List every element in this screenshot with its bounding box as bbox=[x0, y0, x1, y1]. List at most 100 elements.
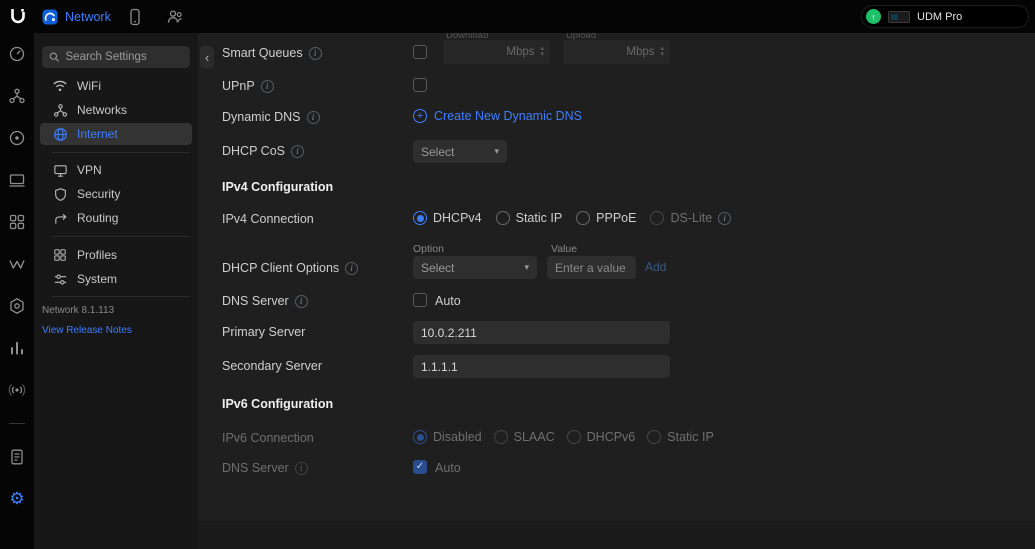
radio-pppoe[interactable]: PPPoE bbox=[576, 211, 636, 225]
sidebar-item-label: Internet bbox=[77, 127, 118, 141]
radio-icon bbox=[496, 211, 510, 225]
profiles-grid-icon bbox=[52, 247, 68, 263]
dhcp-client-options-label: DHCP Client Options i bbox=[222, 260, 358, 276]
rail-divider bbox=[9, 423, 25, 424]
globe-icon bbox=[52, 126, 68, 142]
primary-server-label: Primary Server bbox=[222, 324, 305, 340]
radio-dhcpv4[interactable]: DHCPv4 bbox=[413, 211, 482, 225]
sidebar-collapse-button[interactable]: ‹ bbox=[200, 46, 214, 68]
sidebar-item-security[interactable]: Security bbox=[40, 183, 192, 205]
dhcp-client-option-select[interactable]: Select ▾ bbox=[413, 256, 537, 279]
sidebar-item-routing[interactable]: Routing bbox=[40, 207, 192, 229]
network-app-tab[interactable]: Network bbox=[42, 0, 111, 33]
clients-icon[interactable] bbox=[8, 171, 26, 189]
info-icon[interactable]: i bbox=[291, 145, 304, 158]
system-hex-icon[interactable] bbox=[8, 297, 26, 315]
settings-sidebar: WiFi Networks Internet VPN Securit bbox=[34, 33, 198, 549]
add-option-button: Add bbox=[645, 260, 666, 274]
sidebar-item-label: System bbox=[77, 272, 117, 286]
search-input[interactable] bbox=[66, 51, 183, 63]
device-name: UDM Pro bbox=[917, 11, 962, 23]
upnp-checkbox[interactable] bbox=[413, 78, 427, 92]
radio-ipv6-static-ip: Static IP bbox=[647, 430, 714, 444]
secondary-server-label: Secondary Server bbox=[222, 358, 322, 374]
sidebar-item-internet[interactable]: Internet bbox=[40, 123, 192, 145]
info-icon[interactable]: i bbox=[718, 212, 731, 225]
radios-broadcast-icon[interactable] bbox=[8, 381, 26, 399]
chevron-left-icon: ‹ bbox=[205, 50, 209, 65]
dns-server-label: DNS Server i bbox=[222, 293, 308, 309]
sidebar-item-label: Routing bbox=[77, 211, 118, 225]
radio-icon bbox=[567, 430, 581, 444]
controller-version: Network 8.1.113 bbox=[42, 305, 114, 316]
radio-selected-icon bbox=[413, 430, 427, 444]
settings-gear-icon[interactable]: ⚙ bbox=[8, 490, 26, 508]
network-tab-label: Network bbox=[65, 10, 111, 24]
option-column-label: Option bbox=[413, 243, 444, 255]
ipv6-connection-label: IPv6 Connection bbox=[222, 430, 314, 446]
unifi-network-settings-window: Network ↑ UDM Pro bbox=[0, 0, 1035, 549]
dashboard-icon[interactable] bbox=[8, 45, 26, 63]
info-icon: i bbox=[295, 462, 308, 475]
sidebar-item-networks[interactable]: Networks bbox=[40, 99, 192, 121]
radio-ipv6-disabled: Disabled bbox=[413, 430, 482, 444]
sidebar-item-vpn[interactable]: VPN bbox=[40, 159, 192, 181]
ubiquiti-logo-icon[interactable] bbox=[8, 6, 28, 26]
dynamic-dns-label: Dynamic DNS i bbox=[222, 109, 320, 125]
ipv6-dns-auto-checkbox: ✓ bbox=[413, 460, 427, 474]
network-app-icon bbox=[42, 9, 58, 25]
dhcp-client-option-value-input[interactable] bbox=[547, 256, 636, 279]
ipv6-dns-auto-label: Auto bbox=[435, 461, 461, 475]
stepper-down-icon: ▾ bbox=[540, 52, 544, 58]
info-icon[interactable]: i bbox=[345, 262, 358, 275]
sidebar-item-profiles[interactable]: Profiles bbox=[40, 244, 192, 266]
ipv4-connection-label: IPv4 Connection bbox=[222, 211, 314, 227]
upload-stepper: ▴ ▾ bbox=[660, 46, 664, 58]
radio-slaac: SLAAC bbox=[494, 430, 555, 444]
upload-speed-input bbox=[571, 46, 654, 58]
top-bar: Network ↑ UDM Pro bbox=[0, 0, 1035, 33]
info-icon[interactable]: i bbox=[309, 47, 322, 60]
internet-settings-panel: ‹ Download Upload Smart Queues i ▴ ▾ ▴ ▾… bbox=[198, 33, 1035, 549]
sidebar-item-label: WiFi bbox=[77, 79, 101, 93]
udm-device-thumbnail bbox=[888, 11, 910, 23]
smart-queues-label: Smart Queues i bbox=[222, 45, 322, 61]
primary-server-input[interactable] bbox=[413, 321, 670, 344]
system-sliders-icon bbox=[52, 271, 68, 287]
upnp-label: UPnP i bbox=[222, 78, 274, 94]
settings-search[interactable] bbox=[42, 46, 190, 68]
sidebar-item-wifi[interactable]: WiFi bbox=[40, 75, 192, 97]
info-icon[interactable]: i bbox=[295, 295, 308, 308]
sidebar-divider bbox=[52, 236, 190, 237]
stepper-down-icon: ▾ bbox=[660, 52, 664, 58]
phone-app-icon[interactable] bbox=[126, 8, 144, 26]
info-icon[interactable]: i bbox=[307, 111, 320, 124]
dhcp-cos-select[interactable]: Select ▾ bbox=[413, 140, 507, 163]
status-online-icon: ↑ bbox=[866, 9, 881, 24]
dns-auto-checkbox[interactable] bbox=[413, 293, 427, 307]
logs-icon[interactable] bbox=[8, 448, 26, 466]
chevron-down-icon: ▾ bbox=[494, 146, 499, 157]
vpn-icon bbox=[52, 162, 68, 178]
ipv6-section-header: IPv6 Configuration bbox=[222, 397, 333, 411]
info-icon[interactable]: i bbox=[261, 80, 274, 93]
download-speed-field: ▴ ▾ bbox=[443, 40, 550, 64]
radio-static-ip[interactable]: Static IP bbox=[496, 211, 563, 225]
devices-icon[interactable] bbox=[8, 129, 26, 147]
create-dynamic-dns-button[interactable]: + Create New Dynamic DNS bbox=[413, 109, 582, 123]
apps-grid-icon[interactable] bbox=[8, 213, 26, 231]
wifi-icon bbox=[52, 78, 68, 94]
radio-dhcpv6: DHCPv6 bbox=[567, 430, 636, 444]
sidebar-item-system[interactable]: System bbox=[40, 268, 192, 290]
release-notes-link[interactable]: View Release Notes bbox=[42, 325, 132, 336]
statistics-icon[interactable] bbox=[8, 339, 26, 357]
topology-icon[interactable] bbox=[8, 87, 26, 105]
ipv4-connection-radios: DHCPv4 Static IP PPPoE DS-Lite i bbox=[413, 211, 731, 225]
sidebar-divider bbox=[52, 296, 190, 297]
users-app-icon[interactable] bbox=[166, 8, 184, 26]
smart-queues-checkbox[interactable] bbox=[413, 45, 427, 59]
secondary-server-input[interactable] bbox=[413, 355, 670, 378]
sidebar-item-label: Profiles bbox=[77, 248, 117, 262]
device-selector[interactable]: ↑ UDM Pro bbox=[861, 5, 1029, 28]
wifiman-icon[interactable] bbox=[8, 255, 26, 273]
